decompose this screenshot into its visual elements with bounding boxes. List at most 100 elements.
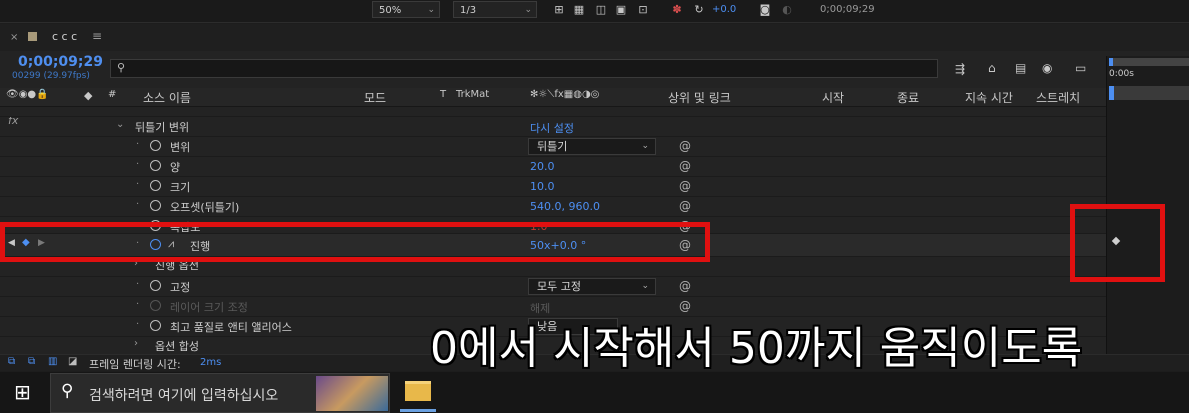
- property-label: 고정: [170, 281, 191, 294]
- twirl-dot: ·: [136, 139, 140, 150]
- render-time-toggle-icon[interactable]: ◪: [68, 356, 77, 367]
- render-time-label: 프레임 렌더링 시간:: [89, 358, 181, 371]
- color-channels-icon[interactable]: ✽: [670, 3, 684, 17]
- expand-arrow-icon[interactable]: ⌄: [116, 119, 124, 130]
- render-time-value: 2ms: [200, 357, 222, 368]
- viewer-toolbar: 50% ⌄ 1/3 ⌄ ⊞ ▦ ◫ ▣ ⊡ ✽ ↻ +0.0 ◙ ◐ 0;00;…: [0, 0, 1189, 23]
- current-time-display[interactable]: 0;00;09;29: [18, 54, 103, 70]
- twirl-dot: ·: [136, 279, 140, 290]
- column-mode[interactable]: 모드: [364, 89, 386, 106]
- transparency-grid-icon[interactable]: ▦: [572, 3, 586, 17]
- layer-switches-toggle-icon[interactable]: ⧉: [8, 356, 15, 367]
- twirl-dot: ·: [136, 159, 140, 170]
- safe-margins-icon[interactable]: ▣: [614, 3, 628, 17]
- column-trkmat[interactable]: TrkMat: [456, 89, 489, 100]
- taskbar-search-box[interactable]: ⚲ 검색하려면 여기에 입력하십시오: [50, 373, 390, 413]
- zoom-value: 50%: [379, 5, 402, 16]
- layer-search-input[interactable]: ⚲: [110, 59, 938, 78]
- stopwatch-icon: [150, 300, 161, 311]
- stopwatch-icon[interactable]: [150, 140, 161, 151]
- highlight-box-progress-row: [0, 222, 710, 262]
- layer-column-header: 👁◉●🔒 ◆ # 소스 이름 모드 T TrkMat ✻☼⟍fx▦◍◑◎ 상위 …: [0, 88, 1106, 107]
- pickwhip-icon[interactable]: @: [679, 139, 691, 153]
- guides-icon[interactable]: ⊡: [636, 3, 650, 17]
- panel-tab-row: × c c c ≡: [0, 24, 1189, 51]
- pickwhip-icon[interactable]: @: [679, 159, 691, 173]
- property-row: ⌄ 뒤틀기 변위 다시 설정: [0, 116, 1106, 137]
- resolution-dropdown[interactable]: 1/3 ⌄: [453, 1, 537, 18]
- column-t[interactable]: T: [440, 89, 446, 100]
- snapshot-icon[interactable]: ◙: [758, 3, 772, 17]
- column-stretch[interactable]: 스트레치: [1036, 89, 1080, 106]
- comp-flowchart-icon[interactable]: ⇶: [955, 62, 965, 76]
- shy-layers-icon[interactable]: ▤: [1015, 61, 1026, 75]
- column-parent-link[interactable]: 상위 및 링크: [668, 89, 731, 106]
- draft-3d-icon[interactable]: ⌂: [988, 61, 996, 75]
- label-tag-icon[interactable]: ◆: [84, 89, 92, 102]
- property-value[interactable]: 10.0: [530, 180, 555, 193]
- transfer-controls-toggle-icon[interactable]: ⧉: [28, 356, 35, 367]
- property-label: 양: [170, 161, 181, 174]
- layer-switches-icons[interactable]: ✻☼⟍fx▦◍◑◎: [530, 89, 599, 100]
- stopwatch-icon[interactable]: [150, 320, 161, 331]
- chevron-down-icon: ⌄: [427, 5, 435, 15]
- property-row: · 양 20.0 @: [0, 156, 1106, 177]
- highlight-box-keyframe: [1070, 204, 1165, 282]
- viewer-timecode[interactable]: 0;00;09;29: [820, 4, 875, 15]
- layer-duration-bar[interactable]: [1109, 86, 1189, 100]
- property-label: 레이어 크기 조정: [170, 301, 248, 314]
- frame-blending-icon[interactable]: ◉: [1042, 61, 1052, 75]
- stopwatch-icon[interactable]: [150, 160, 161, 171]
- twirl-dot: ·: [136, 199, 140, 210]
- pickwhip-icon[interactable]: @: [679, 299, 691, 313]
- column-start[interactable]: 시작: [822, 89, 844, 106]
- close-icon[interactable]: ×: [10, 32, 18, 43]
- chevron-down-icon: ⌄: [641, 141, 649, 151]
- search-icon: ⚲: [61, 381, 74, 401]
- twirl-dot: ·: [136, 299, 140, 310]
- work-area-bar[interactable]: [1109, 58, 1189, 66]
- in-out-toggle-icon[interactable]: ▥: [48, 356, 57, 367]
- column-end[interactable]: 종료: [897, 89, 919, 106]
- pickwhip-icon[interactable]: @: [679, 199, 691, 213]
- property-label: 최고 품질로 앤티 앨리어스: [170, 321, 292, 334]
- zoom-dropdown[interactable]: 50% ⌄: [372, 1, 440, 18]
- pickwhip-icon[interactable]: @: [679, 179, 691, 193]
- stopwatch-icon[interactable]: [150, 180, 161, 191]
- expand-arrow-icon[interactable]: ›: [134, 338, 138, 349]
- show-snapshot-icon[interactable]: ◐: [780, 3, 794, 17]
- stopwatch-icon[interactable]: [150, 200, 161, 211]
- reset-link[interactable]: 다시 설정: [530, 120, 574, 136]
- region-of-interest-icon[interactable]: ⊞: [552, 3, 566, 17]
- column-source-name[interactable]: 소스 이름: [143, 89, 191, 106]
- exposure-reset-icon[interactable]: ↻: [692, 3, 706, 17]
- work-area-start-handle[interactable]: [1109, 58, 1113, 66]
- dropdown-value: 모두 고정: [537, 280, 581, 293]
- column-duration[interactable]: 지속 시간: [965, 89, 1013, 106]
- frame-info: 00299 (29.97fps): [12, 71, 90, 81]
- time-ruler-label: 0:00s: [1109, 69, 1134, 79]
- exposure-value[interactable]: +0.0: [712, 4, 736, 15]
- property-row: · 고정 모두 고정 ⌄ @: [0, 276, 1106, 297]
- windows-start-icon[interactable]: ⊞: [14, 380, 31, 404]
- pickwhip-icon[interactable]: @: [679, 279, 691, 293]
- chevron-down-icon: ⌄: [641, 281, 649, 291]
- panel-menu-icon[interactable]: ≡: [92, 29, 102, 43]
- video-caption: 0에서 시작해서 50까지 움직이도록: [430, 323, 1083, 374]
- effect-name: 뒤틀기 변위: [135, 121, 190, 134]
- resolution-value: 1/3: [460, 5, 477, 16]
- taskbar-search-placeholder: 검색하려면 여기에 입력하십시오: [89, 388, 279, 404]
- mask-path-icon[interactable]: ◫: [594, 3, 608, 17]
- search-highlight-image: [316, 376, 388, 411]
- stopwatch-icon[interactable]: [150, 280, 161, 291]
- property-value[interactable]: 20.0: [530, 160, 555, 173]
- property-row: · 변위 뒤틀기 ⌄ @: [0, 136, 1106, 157]
- motion-blur-icon[interactable]: ▭: [1075, 61, 1086, 75]
- property-value[interactable]: 540.0, 960.0: [530, 200, 600, 213]
- displacement-dropdown[interactable]: 뒤틀기 ⌄: [528, 138, 656, 155]
- file-explorer-icon[interactable]: [405, 381, 431, 401]
- composition-tab-title[interactable]: c c c: [52, 30, 77, 43]
- pinning-dropdown[interactable]: 모두 고정 ⌄: [528, 278, 656, 295]
- current-time-indicator[interactable]: [1109, 86, 1114, 100]
- visibility-switch-icons[interactable]: 👁◉●🔒: [6, 89, 49, 100]
